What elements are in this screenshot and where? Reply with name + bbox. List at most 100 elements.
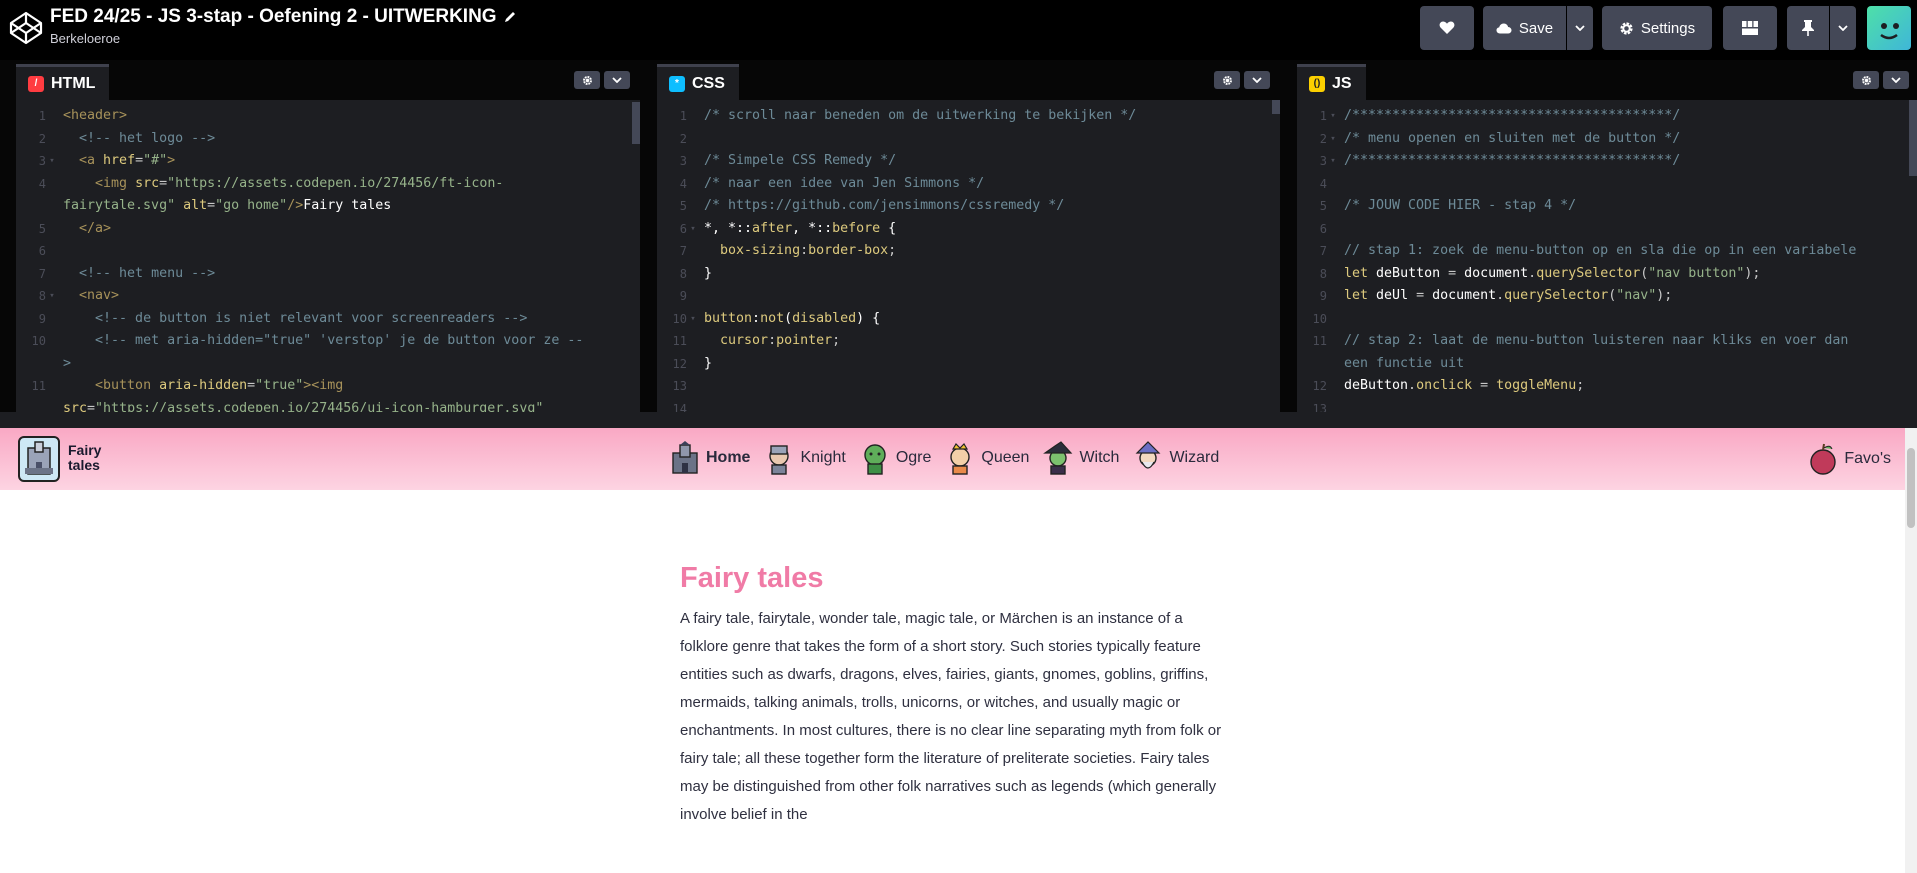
line-number: 11 bbox=[672, 334, 687, 348]
line-number: 4 bbox=[1319, 176, 1327, 191]
nav-item-queen[interactable]: Queen bbox=[945, 441, 1029, 475]
css-code-line[interactable]: 13 bbox=[657, 375, 1280, 398]
js-editor: () JS 1 ▾/*******************************… bbox=[1297, 60, 1917, 412]
html-editor-settings-button[interactable] bbox=[574, 71, 600, 89]
js-code-line[interactable]: 5 /* JOUW CODE HIER - stap 4 */ bbox=[1297, 195, 1917, 218]
css-code-line[interactable]: 11 cursor:pointer; bbox=[657, 330, 1280, 353]
js-code-line[interactable]: 6 bbox=[1297, 218, 1917, 241]
css-editor-collapse-button[interactable] bbox=[1244, 71, 1270, 89]
html-code-line[interactable]: 3 ▾ <a href="#"> bbox=[16, 150, 640, 173]
js-code-line[interactable]: 2 ▾ /* menu openen en sluiten met de butto… bbox=[1297, 128, 1917, 151]
css-code-line[interactable]: 9 bbox=[657, 285, 1280, 308]
js-code-line[interactable]: 4 bbox=[1297, 173, 1917, 196]
js-code-line[interactable]: 11 // stap 2: laat de menu-button luister… bbox=[1297, 330, 1917, 353]
css-code-line[interactable]: 3 /* Simpele CSS Remedy */ bbox=[657, 150, 1280, 173]
html-code-area[interactable]: 1 <header> 2 <!-- het logo --> 3 ▾ <a href="… bbox=[16, 100, 640, 412]
change-view-button[interactable] bbox=[1723, 6, 1777, 50]
love-button[interactable] bbox=[1420, 6, 1474, 50]
pen-author[interactable]: Berkeloeroe bbox=[50, 31, 517, 46]
js-editor-tab[interactable]: () JS bbox=[1297, 64, 1366, 100]
fairytale-logo-icon[interactable] bbox=[18, 436, 60, 482]
html-code-line[interactable]: 5 </a> bbox=[16, 218, 640, 241]
css-code-line[interactable]: 5 /* https://github.com/jensimmons/cssrem… bbox=[657, 195, 1280, 218]
css-editor-tab[interactable]: * CSS bbox=[657, 64, 739, 100]
settings-button[interactable]: Settings bbox=[1602, 6, 1712, 50]
css-code-line[interactable]: 4 /* naar een idee van Jen Simmons */ bbox=[657, 173, 1280, 196]
nav-item-knight[interactable]: Knight bbox=[764, 441, 846, 475]
code-text: <button aria-hidden="true"><img bbox=[95, 378, 344, 393]
js-code-line[interactable]: 1 ▾ /*************************************… bbox=[1297, 105, 1917, 128]
css-code-line[interactable]: 10 ▾ button:not(disabled) { bbox=[657, 308, 1280, 331]
nav-item-wizard[interactable]: Wizard bbox=[1133, 441, 1219, 475]
html-code-line[interactable]: src="https://assets.codepen.io/274456/ui… bbox=[16, 398, 640, 413]
html-code-line[interactable]: 7 <!-- het menu --> bbox=[16, 263, 640, 286]
html-code-line[interactable]: 6 bbox=[16, 240, 640, 263]
nav-item-witch[interactable]: Witch bbox=[1043, 441, 1119, 475]
html-code-line[interactable]: 1 <header> bbox=[16, 105, 640, 128]
html-editor-scrollbar[interactable] bbox=[632, 102, 640, 144]
html-code-line[interactable]: 9 <!-- de button is niet relevant voor s… bbox=[16, 308, 640, 331]
js-editor-settings-button[interactable] bbox=[1853, 71, 1879, 89]
fold-arrow-icon[interactable]: ▾ bbox=[1327, 150, 1339, 173]
css-editor-settings-button[interactable] bbox=[1214, 71, 1240, 89]
js-code-line[interactable]: 7 // stap 1: zoek de menu-button op en sl… bbox=[1297, 240, 1917, 263]
js-code-line[interactable]: 13 bbox=[1297, 398, 1917, 413]
code-text: <!-- het logo --> bbox=[79, 130, 216, 146]
css-code-area[interactable]: 1 /* scroll naar beneden om de uitwerking… bbox=[657, 100, 1280, 412]
save-options-button[interactable] bbox=[1567, 6, 1593, 50]
css-code-line[interactable]: 8} bbox=[657, 263, 1280, 286]
pin-button[interactable] bbox=[1787, 6, 1829, 50]
css-code-line[interactable]: 7 box-sizing:border-box; bbox=[657, 240, 1280, 263]
pen-title[interactable]: FED 24/25 - JS 3-stap - Oefening 2 - UIT… bbox=[50, 6, 497, 28]
js-editor-collapse-button[interactable] bbox=[1883, 71, 1909, 89]
js-code-line[interactable]: 8 let deButton = document.querySelector("… bbox=[1297, 263, 1917, 286]
css-code-line[interactable]: 12} bbox=[657, 353, 1280, 376]
css-code-line[interactable]: 2 bbox=[657, 128, 1280, 151]
css-editor-scrollbar[interactable] bbox=[1272, 100, 1280, 114]
html-code-line[interactable]: 11 <button aria-hidden="true"><img bbox=[16, 375, 640, 398]
pin-options-button[interactable] bbox=[1830, 6, 1856, 50]
fold-arrow-icon[interactable]: ▾ bbox=[687, 218, 699, 241]
nav-item-home[interactable]: Home bbox=[670, 441, 750, 475]
save-button[interactable]: Save bbox=[1483, 6, 1566, 50]
js-code-line[interactable]: 10 bbox=[1297, 308, 1917, 331]
codepen-logo-icon[interactable] bbox=[8, 10, 44, 46]
js-code-line[interactable]: 12 deButton.onclick = toggleMenu; bbox=[1297, 375, 1917, 398]
favorites-link[interactable]: Favo's bbox=[1807, 442, 1891, 476]
edit-pencil-icon[interactable] bbox=[503, 10, 517, 24]
html-editor-tab[interactable]: / HTML bbox=[16, 64, 110, 100]
fold-arrow-icon[interactable]: ▾ bbox=[1327, 105, 1339, 128]
fold-arrow-icon[interactable]: ▾ bbox=[46, 285, 58, 308]
html-code-line[interactable]: fairytale.svg" alt="go home"/>Fairy tale… bbox=[16, 195, 640, 218]
site-logo-text[interactable]: Fairy tales bbox=[68, 443, 101, 473]
preview-scrollbar-thumb[interactable] bbox=[1907, 448, 1915, 528]
html-code-line[interactable]: > bbox=[16, 353, 640, 376]
nav-item-ogre[interactable]: Ogre bbox=[860, 441, 931, 475]
html-editor-collapse-button[interactable] bbox=[604, 71, 630, 89]
user-avatar[interactable] bbox=[1867, 6, 1911, 50]
html-code-line[interactable]: 8 ▾ <nav> bbox=[16, 285, 640, 308]
css-code-line[interactable]: 6 ▾ *, *::after, *::before { bbox=[657, 218, 1280, 241]
html-code-line[interactable]: 2 <!-- het logo --> bbox=[16, 128, 640, 151]
preview-resize-bar[interactable] bbox=[0, 412, 1917, 428]
fold-arrow-icon[interactable]: ▾ bbox=[687, 308, 699, 331]
html-code-line[interactable]: 10 <!-- met aria-hidden="true" 'verstop'… bbox=[16, 330, 640, 353]
fold-arrow-icon[interactable]: ▾ bbox=[46, 150, 58, 173]
code-text: <a href="#"> bbox=[79, 153, 176, 168]
fold-arrow-icon[interactable]: ▾ bbox=[1327, 128, 1339, 151]
js-editor-scrollbar[interactable] bbox=[1909, 100, 1917, 176]
js-code-line[interactable]: 9 let deUl = document.querySelector("nav"… bbox=[1297, 285, 1917, 308]
line-number: 6 bbox=[1319, 221, 1327, 236]
css-code-line[interactable]: 1 /* scroll naar beneden om de uitwerking… bbox=[657, 105, 1280, 128]
js-code-area[interactable]: 1 ▾/*************************************… bbox=[1297, 100, 1917, 412]
html-code-line[interactable]: 4 <img src="https://assets.codepen.io/27… bbox=[16, 173, 640, 196]
css-code-line[interactable]: 14 bbox=[657, 398, 1280, 413]
js-code-line[interactable]: 3 ▾ /*************************************… bbox=[1297, 150, 1917, 173]
code-text: fairytale.svg" alt="go home"/>Fairy tale… bbox=[63, 198, 392, 213]
wizard-icon bbox=[1136, 441, 1161, 469]
fold-gutter bbox=[46, 263, 58, 286]
js-code-line[interactable]: een functie uit bbox=[1297, 353, 1917, 376]
line-number: 13 bbox=[1312, 401, 1327, 413]
